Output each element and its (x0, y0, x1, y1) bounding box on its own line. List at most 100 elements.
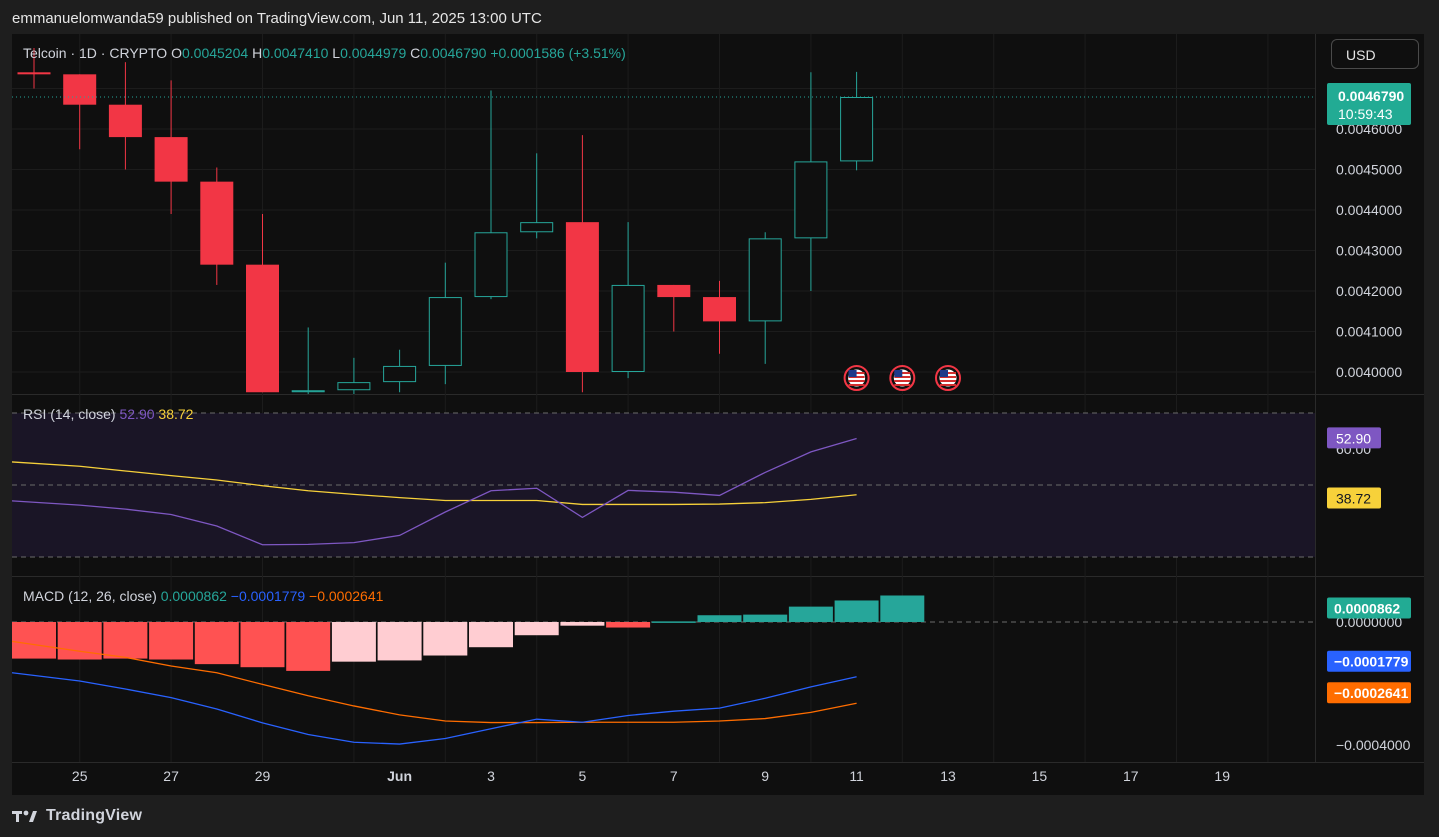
candle-body (748, 238, 782, 322)
flag-stripe (940, 380, 956, 382)
flag-stripe (848, 380, 865, 382)
price-legend: Telcoin · 1D · CRYPTO O0.0045204 H0.0047… (23, 45, 626, 61)
footer: TradingView (12, 803, 142, 829)
h-label: H (252, 45, 262, 61)
macd-histogram-bar (514, 622, 559, 636)
x-tick-label: 29 (255, 768, 271, 784)
last-price-value: 0.0046790 (1338, 88, 1404, 104)
candle-body (428, 297, 462, 366)
candle-body (17, 72, 51, 75)
candle-body (154, 137, 188, 182)
rsi-value-badge: 52.90 (1327, 427, 1381, 449)
c-label: C (410, 45, 420, 61)
price-tick-label: 0.0041000 (1336, 324, 1402, 340)
x-tick-label: 25 (72, 768, 88, 784)
flag-canton (848, 370, 857, 377)
price-tick-label: 0.0044000 (1336, 202, 1402, 218)
change-value: +0.0001586 (+3.51%) (490, 45, 625, 61)
macd-histogram-bar (743, 614, 788, 622)
candle-body (474, 232, 508, 298)
flag-canton (894, 370, 903, 377)
rsi-ma-badge-value: 38.72 (1336, 490, 1371, 506)
x-tick-label: 7 (670, 768, 678, 784)
macd-histogram-bar (606, 622, 651, 628)
macd-histogram-bar (788, 606, 833, 622)
price-tick-label: 0.0042000 (1336, 283, 1402, 299)
chart-canvas[interactable]: 0.0040000 0.0041000 0.0042000 0.0043000 0.00… (12, 34, 1424, 795)
x-tick-label: Jun (387, 768, 412, 784)
macd-histogram-bar (103, 622, 148, 659)
rsi-pane (12, 412, 1315, 558)
currency-button[interactable]: USD (1331, 39, 1419, 69)
candle-body (337, 382, 371, 391)
symbol-label: Telcoin · 1D · CRYPTO (23, 45, 171, 61)
macd-histogram-bar (834, 600, 879, 622)
macd-histogram-bar (331, 622, 376, 662)
h-value: 0.0047410 (262, 45, 332, 61)
us-flag-event-icon (935, 365, 961, 391)
x-tick-label: 11 (849, 768, 864, 784)
price-tick-label: 0.0043000 (1336, 243, 1402, 259)
x-tick-label: 27 (163, 768, 179, 784)
l-label: L (332, 45, 340, 61)
footer-brand: TradingView (46, 807, 143, 824)
last-price-badge: 0.0046790 10:59:43 (1327, 83, 1411, 126)
macd-histogram-bar (286, 622, 331, 671)
us-flag-event-icon (889, 365, 916, 391)
x-tick-label: 17 (1123, 768, 1139, 784)
flag-canton (940, 370, 948, 377)
macd-histogram-bar (697, 615, 742, 622)
o-value: 0.0045204 (182, 45, 252, 61)
rsi-ma-value-badge: 38.72 (1327, 487, 1381, 509)
macd-hist-value: 0.0000862 (161, 588, 231, 604)
rsi-ma-value: 38.72 (158, 406, 193, 422)
price-tick-label: 0.0040000 (1336, 364, 1402, 380)
macd-histogram-bar (149, 622, 194, 660)
candle-body (520, 222, 554, 233)
candle-body (200, 181, 234, 265)
macd-histogram-bar (194, 622, 239, 665)
macd-line (12, 672, 857, 745)
macd-hist-badge: 0.0000862 (1327, 597, 1411, 619)
macd-value-badge-value: −0.0001779 (1334, 654, 1409, 670)
x-tick-label: 19 (1214, 768, 1230, 784)
candle-body (611, 284, 645, 372)
macd-hist-badge-value: 0.0000862 (1334, 600, 1400, 616)
macd-histogram-bar (651, 621, 696, 623)
macd-histogram-bar (880, 595, 925, 622)
macd-pane (12, 595, 1315, 745)
x-tick-label: 15 (1032, 768, 1048, 784)
candle-body (108, 104, 142, 138)
x-tick-label: 3 (487, 768, 495, 784)
rsi-value: 52.90 (119, 406, 158, 422)
candle-body (565, 222, 599, 372)
candle-body (794, 161, 828, 239)
x-tick-label: 5 (579, 768, 587, 784)
macd-tick-label: −0.0004000 (1336, 737, 1411, 753)
candle-body (383, 365, 417, 383)
candle-body (246, 264, 279, 393)
publisher-line: emmanuelomwanda59 published on TradingVi… (12, 10, 542, 27)
tradingview-logo-icon (12, 810, 37, 822)
price-tick-label: 0.0045000 (1336, 162, 1402, 178)
candle-body (840, 97, 874, 162)
macd-histogram-bar (377, 622, 422, 661)
flag-stripe (894, 380, 911, 382)
signal-value: −0.0002641 (309, 588, 384, 604)
last-price-countdown: 10:59:43 (1338, 106, 1393, 122)
flag-stripe (894, 384, 911, 386)
macd-histogram-bar (423, 622, 468, 656)
macd-histogram-bar (240, 622, 285, 668)
macd-label: MACD (12, 26, close) (23, 588, 161, 604)
macd-legend: MACD (12, 26, close) 0.0000862 −0.000177… (23, 588, 384, 604)
macd-value: −0.0001779 (231, 588, 309, 604)
c-value: 0.0046790 (420, 45, 490, 61)
x-tick-label: 9 (761, 768, 769, 784)
macd-value-badge: −0.0001779 (1327, 650, 1411, 672)
signal-value-badge: −0.0002641 (1327, 682, 1411, 704)
flag-stripe (848, 384, 865, 386)
candle-body (291, 390, 325, 393)
flag-stripe (940, 384, 956, 386)
rsi-badge-value: 52.90 (1336, 430, 1371, 446)
chart-frame[interactable]: 0.0040000 0.0041000 0.0042000 0.0043000 0.00… (12, 34, 1424, 795)
